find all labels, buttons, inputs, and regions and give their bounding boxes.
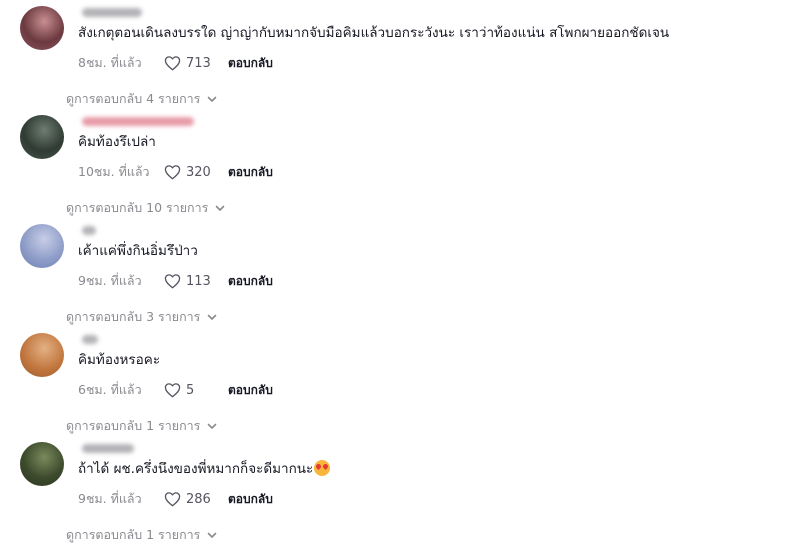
comment-meta: 6ชม. ที่แล้ว 5 ตอบกลับ	[78, 381, 273, 399]
like-button[interactable]: 320	[164, 164, 228, 180]
username-blurred[interactable]	[82, 444, 134, 453]
reply-button[interactable]: ตอบกลับ	[228, 54, 273, 73]
comment-text: สังเกตุตอนเดินลงบรรใด ญ่าญ่ากับหมากจับมื…	[78, 25, 670, 41]
reply-button[interactable]: ตอบกลับ	[228, 272, 273, 291]
heart-eyes-emoji-icon	[314, 460, 331, 476]
view-replies-button[interactable]: ดูการตอบกลับ 4 รายการ	[66, 89, 218, 109]
view-replies-label: ดูการตอบกลับ 1 รายการ	[66, 418, 201, 433]
like-button[interactable]: 113	[164, 273, 228, 289]
avatar[interactable]	[20, 115, 64, 159]
view-replies-button[interactable]: ดูการตอบกลับ 1 รายการ	[66, 525, 218, 545]
view-replies-button[interactable]: ดูการตอบกลับ 1 รายการ	[66, 416, 218, 436]
comment-meta: 9ชม. ที่แล้ว 113 ตอบกลับ	[78, 272, 273, 290]
heart-outline-icon	[164, 492, 181, 507]
avatar[interactable]	[20, 224, 64, 268]
avatar[interactable]	[20, 6, 64, 50]
comment-text: ถ้าได้ ผช.ครึ่งนึงของพี่หมากก็จะดีมากนะ	[78, 459, 331, 479]
like-button[interactable]: 5	[164, 382, 228, 398]
comment-time: 8ชม. ที่แล้ว	[78, 55, 142, 70]
comment-meta: 9ชม. ที่แล้ว 286 ตอบกลับ	[78, 490, 273, 508]
comment-text: คิมท้องรึเปล่า	[78, 134, 156, 150]
like-count: 113	[186, 273, 211, 289]
comment-text: เค้าแค่พึ่งกินอิ่มรึป่าว	[78, 243, 198, 259]
like-count: 286	[186, 491, 211, 507]
comment-item: เค้าแค่พึ่งกินอิ่มรึป่าว 9ชม. ที่แล้ว 11…	[20, 224, 790, 333]
comment-time: 9ชม. ที่แล้ว	[78, 273, 142, 288]
username-blurred[interactable]	[82, 335, 98, 344]
avatar[interactable]	[20, 333, 64, 377]
heart-outline-icon	[164, 165, 181, 180]
view-replies-button[interactable]: ดูการตอบกลับ 10 รายการ	[66, 198, 226, 218]
comments-panel: { "comments": [ { "text": "สังเกตุตอนเดิ…	[0, 0, 800, 552]
comment-text: คิมท้องหรอคะ	[78, 352, 161, 368]
chevron-down-icon	[208, 96, 217, 102]
comment-meta: 10ชม. ที่แล้ว 320 ตอบกลับ	[78, 163, 273, 181]
comment-item: สังเกตุตอนเดินลงบรรใด ญ่าญ่ากับหมากจับมื…	[20, 6, 790, 115]
reply-button[interactable]: ตอบกลับ	[228, 490, 273, 509]
view-replies-label: ดูการตอบกลับ 1 รายการ	[66, 527, 201, 542]
like-button[interactable]: 286	[164, 491, 228, 507]
like-button[interactable]: 713	[164, 55, 228, 71]
heart-outline-icon	[164, 274, 181, 289]
comment-meta: 8ชม. ที่แล้ว 713 ตอบกลับ	[78, 54, 273, 72]
reply-button[interactable]: ตอบกลับ	[228, 163, 273, 182]
reply-button[interactable]: ตอบกลับ	[228, 381, 273, 400]
comment-item: ถ้าได้ ผช.ครึ่งนึงของพี่หมากก็จะดีมากนะ …	[20, 442, 790, 551]
heart-outline-icon	[164, 383, 181, 398]
view-replies-label: ดูการตอบกลับ 4 รายการ	[66, 91, 201, 106]
chevron-down-icon	[208, 314, 217, 320]
chevron-down-icon	[216, 205, 225, 211]
comment-time: 6ชม. ที่แล้ว	[78, 382, 142, 397]
chevron-down-icon	[208, 423, 217, 429]
view-replies-button[interactable]: ดูการตอบกลับ 3 รายการ	[66, 307, 218, 327]
username-blurred[interactable]	[82, 8, 142, 17]
view-replies-label: ดูการตอบกลับ 10 รายการ	[66, 200, 209, 215]
chevron-down-icon	[208, 532, 217, 538]
comment-item: คิมท้องหรอคะ 6ชม. ที่แล้ว 5 ตอบกลับ ดูกา…	[20, 333, 790, 442]
username-blurred[interactable]	[82, 117, 194, 126]
comment-time: 9ชม. ที่แล้ว	[78, 491, 142, 506]
view-replies-label: ดูการตอบกลับ 3 รายการ	[66, 309, 201, 324]
avatar[interactable]	[20, 442, 64, 486]
username-blurred[interactable]	[82, 226, 96, 235]
comment-item: คิมท้องรึเปล่า 10ชม. ที่แล้ว 320 ตอบกลับ…	[20, 115, 790, 224]
like-count: 320	[186, 164, 211, 180]
comment-time: 10ชม. ที่แล้ว	[78, 164, 150, 179]
like-count: 5	[186, 382, 195, 398]
like-count: 713	[186, 55, 211, 71]
heart-outline-icon	[164, 56, 181, 71]
